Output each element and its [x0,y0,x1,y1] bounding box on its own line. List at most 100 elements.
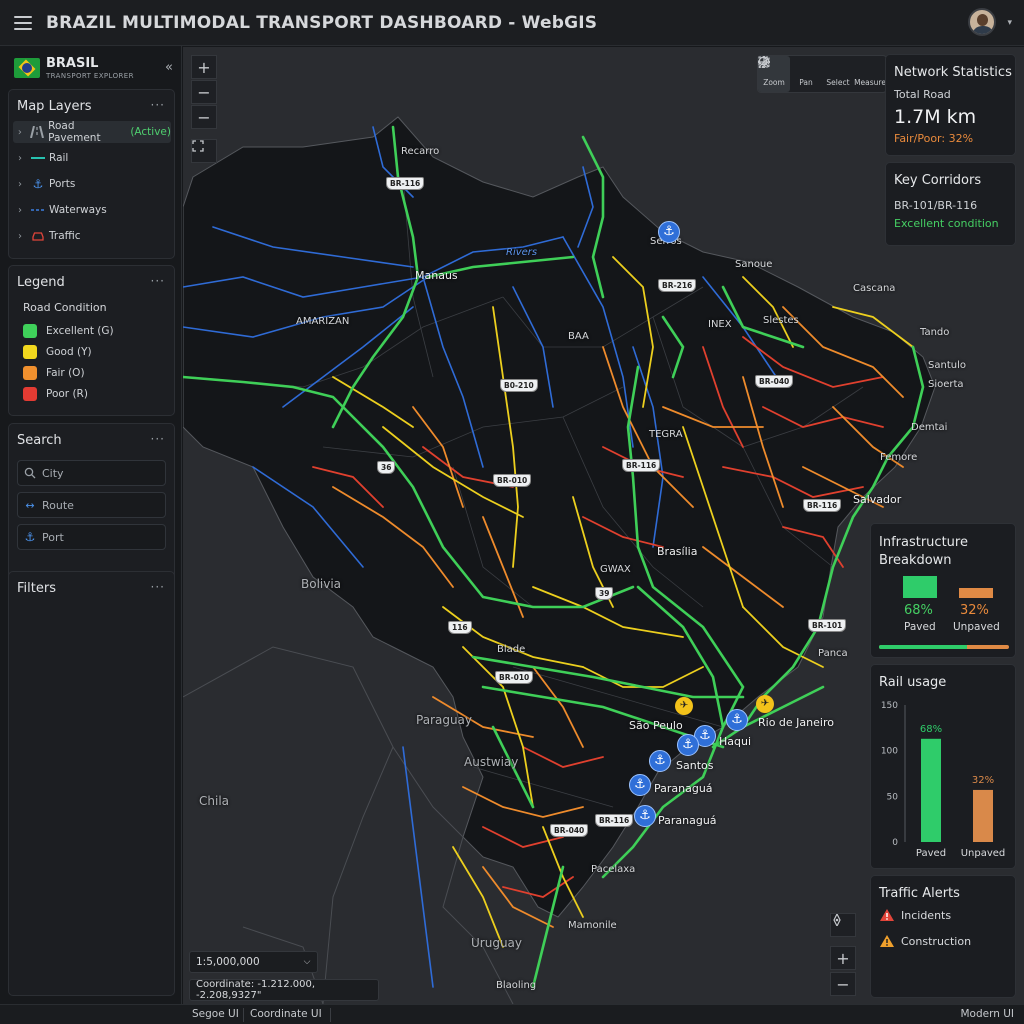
city-label: Salvador [853,493,902,506]
city-label: Panca [818,648,848,659]
anchor-icon: ⚓ [32,177,44,191]
highway-shield: BR-216 [658,279,697,292]
scale-value: 1:5,000,000 [196,956,260,968]
more-icon[interactable]: ··· [151,432,165,446]
status-divider [243,1008,244,1022]
region-label: AMARIZAN [296,316,350,327]
highway-shield: BR-116 [622,459,661,472]
tool-label: Zoom [763,77,785,87]
city-label: Paranaguá [654,782,713,795]
layer-label: Road Pavement [48,120,101,144]
zoom-out-alt-button[interactable]: − [191,105,217,129]
city-label: Haqui [719,735,752,748]
legend-item: Poor (R) [23,386,88,402]
alert-label: Incidents [901,908,952,922]
chevron-down-icon[interactable]: ⌵ [297,953,317,971]
measure-tool[interactable]: Measure [758,56,886,92]
unpaved-label: Unpaved [953,621,1000,633]
brand-name: BRASIL [46,56,99,71]
active-tag: (Active) [130,126,171,138]
country-label: Paraguay [416,713,473,727]
map-layers-panel: Map Layers ··· › Road Pavement (Active) … [8,89,175,259]
paved-label: Paved [904,621,936,633]
more-icon[interactable]: ··· [151,580,165,594]
stat-value: 1.7M km [894,106,977,128]
route-search-input[interactable]: ↔ Route [17,492,166,518]
city-label: Sioerta [928,379,964,390]
highway-shield: BR-040 [755,375,794,388]
port-marker-anchor-icon[interactable]: ⚓ [677,734,699,756]
port-marker-anchor-icon[interactable]: ⚓ [658,221,680,243]
rail-usage-chart: 0 50 100 150 68% Paved 32% Unpaved [881,701,1006,859]
alert-incidents[interactable]: Incidents [879,907,951,923]
layer-rail[interactable]: › Rail [13,147,171,169]
locate-button[interactable] [830,913,856,937]
traffic-alerts-card: Traffic Alerts Incidents Construction [870,875,1016,998]
bar-data-label: 32% [972,775,994,786]
city-label: Recarro [401,146,440,157]
chevron-down-icon[interactable]: ▾ [1007,18,1012,28]
country-label: Austwiay [464,755,519,769]
card-title: Key Corridors [894,173,982,188]
city-label: Santos [676,759,714,772]
legend-title: Legend [17,275,65,290]
highway-shield: BR-040 [550,824,589,837]
card-title: Network Statistics [894,65,1012,80]
card-title: Traffic Alerts [879,886,960,901]
menu-icon[interactable] [14,15,32,30]
warning-icon [880,909,894,921]
alert-construction[interactable]: Construction [879,933,971,949]
alert-label: Construction [901,934,972,948]
city-label: Slestes [763,315,799,326]
road-icon [27,126,48,138]
city-label: Pacelaxa [591,864,636,875]
x-category-label: Paved [916,848,946,859]
collapse-sidebar-icon[interactable]: « [165,60,173,75]
layer-road-pavement[interactable]: › Road Pavement (Active) [13,120,171,144]
country-label: Chila [199,794,230,808]
city-label: Santulo [928,360,966,371]
x-category-label: Unpaved [961,848,1006,859]
unpaved-percent: 32% [960,603,989,618]
y-tick-label: 50 [887,792,899,802]
more-icon[interactable]: ··· [151,98,165,112]
more-icon[interactable]: ··· [151,274,165,288]
select-tool[interactable]: Select [758,56,854,92]
card-title-line: Infrastructure [879,535,968,550]
paved-share-fill [879,645,968,649]
port-marker-anchor-icon[interactable]: ⚓ [629,774,651,796]
highway-shield: BR-010 [493,474,532,487]
layer-ports[interactable]: › ⚓ Ports [13,173,171,195]
port-marker-anchor-icon[interactable]: ⚓ [649,750,671,772]
rail-usage-card: Rail usage 0 50 100 150 68% Paved 32% Unpaved [870,664,1016,869]
map-toolbar: Zoom Pan Select Measure [757,55,887,93]
brazil-landmass [183,116,936,918]
fullscreen-button[interactable] [191,139,217,163]
pan-tool[interactable]: Pan [758,56,822,92]
sidebar: BRASIL TRANSPORT EXPLORER « Map Layers ·… [0,46,182,1004]
port-search-input[interactable]: ⚓ Port [17,524,166,550]
city-label: Sanoue [735,259,773,270]
layer-traffic[interactable]: › Traffic [13,225,171,247]
highway-shield: BR-116 [595,814,634,827]
port-marker-anchor-icon[interactable]: ⚓ [634,805,656,827]
tool-label: Measure [854,77,886,87]
port-marker-anchor-icon[interactable]: ⚓ [726,709,748,731]
zoom-in-button-br[interactable]: + [830,946,856,970]
anchor-icon: ⚓ [24,530,36,544]
zoom-out-button-br[interactable]: − [830,972,856,996]
avatar[interactable] [968,8,996,36]
layer-waterways[interactable]: › Waterways [13,199,171,221]
airport-marker-icon[interactable]: ✈ [675,697,693,715]
city-label: Demtai [911,422,948,433]
city-search-input[interactable]: City [17,460,166,486]
chevron-right-icon: › [18,178,22,190]
airport-marker-icon[interactable]: ✈ [756,695,774,713]
swatch-good [23,345,37,359]
card-title: Infrastructure Breakdown [879,534,968,570]
status-divider [330,1008,331,1022]
city-label: Rio de Janeiro [758,716,834,729]
zoom-out-button[interactable]: − [191,80,217,104]
region-label: GWAX [600,564,631,575]
zoom-in-button[interactable]: + [191,55,217,79]
